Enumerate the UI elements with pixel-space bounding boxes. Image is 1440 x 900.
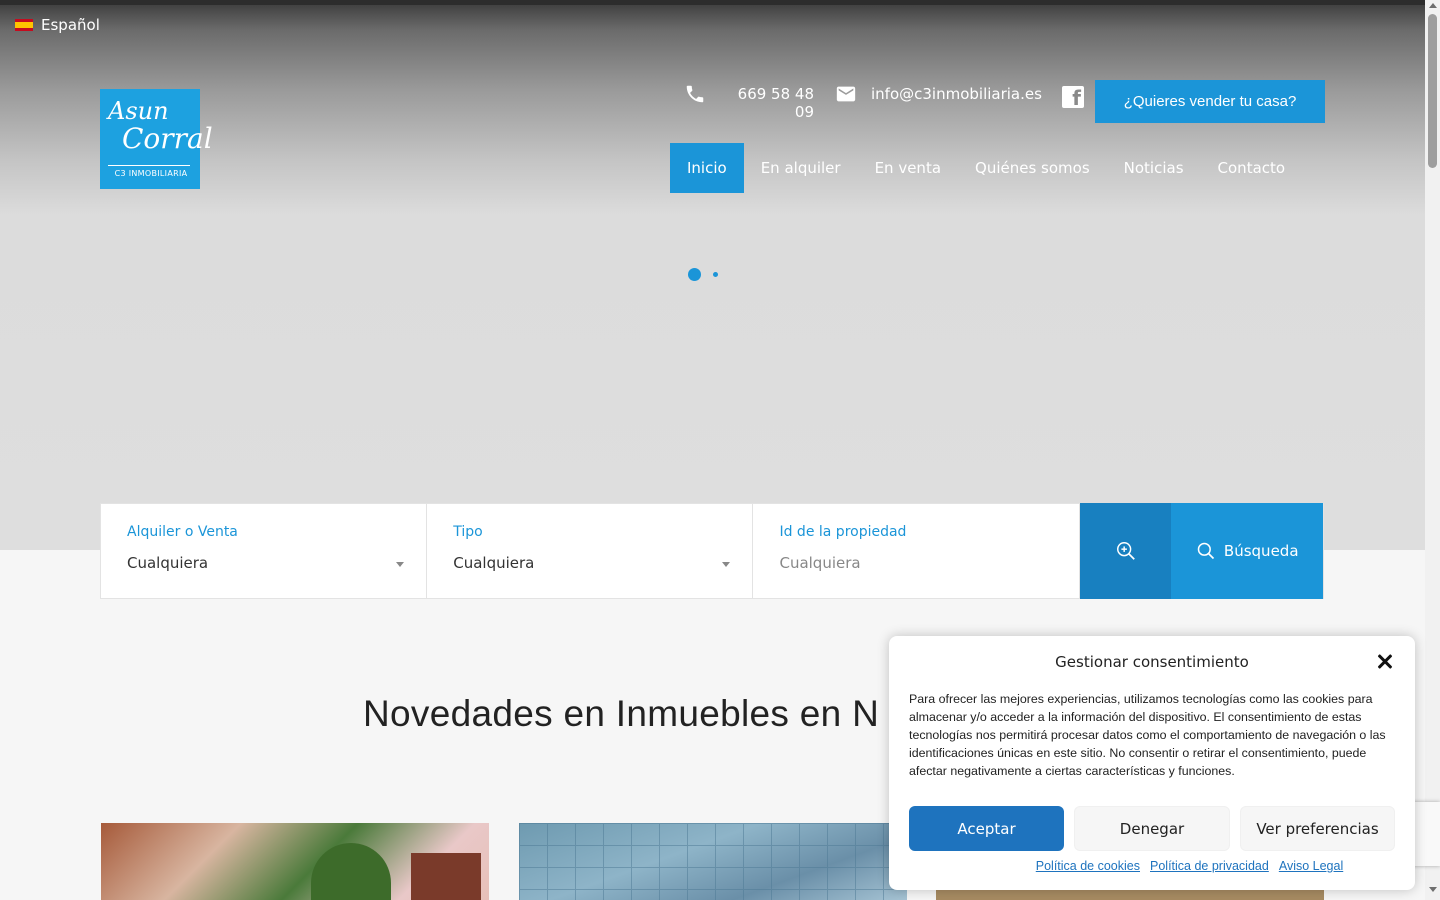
page-scrollbar[interactable] [1425,0,1440,900]
nav-item-en-venta[interactable]: En venta [858,143,958,193]
scrollbar-thumb[interactable] [1428,14,1437,168]
logo-text-line3: C3 INMOBILIARIA [114,169,188,178]
accept-button[interactable]: Aceptar [909,806,1064,851]
sell-house-button[interactable]: ¿Quieres vender tu casa? [1095,80,1325,123]
nav-item-en-alquiler[interactable]: En alquiler [744,143,858,193]
header-phone[interactable]: 669 58 48 09 [684,83,814,121]
phone-number: 669 58 48 09 [737,85,814,121]
mail-icon [836,86,856,102]
main-nav: Inicio En alquiler En venta Quiénes somo… [670,143,1302,193]
consent-links: Política de cookies Política de privacid… [889,859,1415,873]
nav-item-inicio[interactable]: Inicio [670,143,744,193]
search-field-label: Tipo [453,524,483,540]
logo-text-line2: Corral [122,122,213,155]
zoom-in-icon [1116,542,1135,560]
property-card-image[interactable] [101,823,489,900]
search-field-value: Cualquiera [453,554,535,572]
consent-body: Para ofrecer las mejores experiencias, u… [909,692,1386,778]
phone-icon [686,85,704,103]
legal-notice-link[interactable]: Aviso Legal [1279,859,1343,873]
property-id-input[interactable]: Cualquiera [779,554,1052,572]
nav-item-quienes-somos[interactable]: Quiénes somos [958,143,1107,193]
scroll-down-arrow-icon[interactable] [1429,887,1437,892]
slider-dot[interactable] [713,272,718,277]
privacy-policy-link[interactable]: Política de privacidad [1150,859,1269,873]
search-field-label: Id de la propiedad [779,524,907,540]
nav-item-contacto[interactable]: Contacto [1201,143,1303,193]
slider-dot-active[interactable] [688,268,701,281]
facebook-icon[interactable]: f [1062,86,1084,110]
site-logo[interactable]: Asun Corral C3 INMOBILIARIA [100,89,213,189]
language-selector[interactable]: Español [15,16,100,34]
search-field-property-id[interactable]: Id de la propiedad Cualquiera [753,504,1080,598]
advanced-search-button[interactable] [1079,503,1172,599]
preferences-button[interactable]: Ver preferencias [1240,806,1395,851]
section-title: Novedades en Inmuebles en N [363,693,880,734]
search-button[interactable]: Búsqueda [1171,503,1324,599]
chevron-down-icon [722,562,731,567]
search-field-type[interactable]: Tipo Cualquiera [427,504,754,598]
header-email[interactable]: info@c3inmobiliaria.es [835,83,1042,105]
deny-button[interactable]: Denegar [1074,806,1230,851]
consent-title: Gestionar consentimiento [1055,653,1249,671]
nav-item-noticias[interactable]: Noticias [1107,143,1201,193]
search-field-label: Alquiler o Venta [127,524,238,540]
cookie-policy-link[interactable]: Política de cookies [1036,859,1140,873]
top-bar [0,0,1425,5]
spain-flag-icon [15,19,33,31]
slider-dots [688,268,718,281]
language-label: Español [41,16,100,34]
logo-text-line1: Asun [108,97,169,125]
chevron-down-icon [396,562,405,567]
search-button-label: Búsqueda [1223,542,1299,560]
property-search-bar: Alquiler o Venta Cualquiera Tipo Cualqui… [100,503,1324,599]
search-field-value: Cualquiera [127,554,209,572]
email-address: info@c3inmobiliaria.es [871,85,1042,103]
property-card-image[interactable] [519,823,907,900]
search-icon [1197,542,1215,560]
search-field-operation[interactable]: Alquiler o Venta Cualquiera [101,504,428,598]
scroll-up-arrow-icon[interactable] [1429,3,1437,8]
close-icon[interactable] [1375,652,1395,672]
cookie-consent-dialog: Gestionar consentimiento Para ofrecer la… [889,636,1415,890]
logo-divider [108,165,190,166]
